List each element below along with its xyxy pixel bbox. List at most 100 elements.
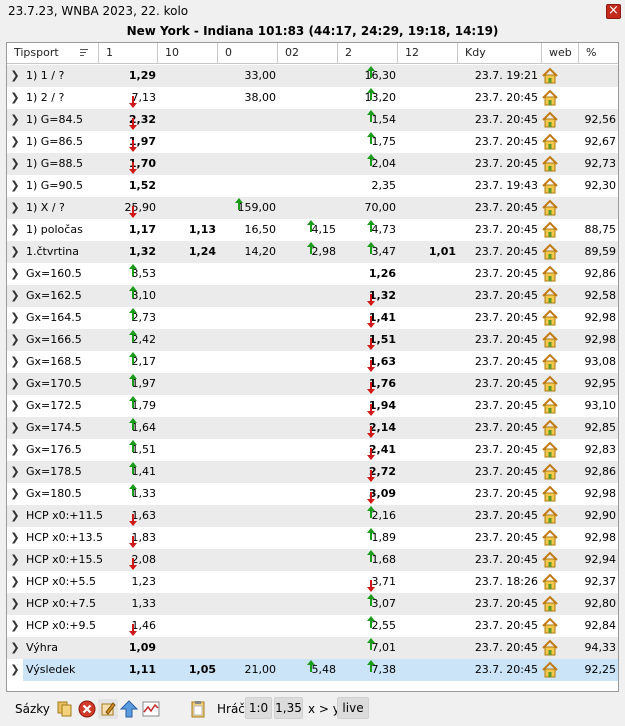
home-icon[interactable] — [541, 89, 559, 107]
table-row[interactable]: ❯ 1) 2 / ? 7,13 38,00 13,20 23.7. 20:45 — [7, 87, 618, 109]
table-row[interactable]: ❯ HCP x0:+13.5 1,83 1,89 23.7. 20:45 92,98 — [7, 527, 618, 549]
odds-cell-c5[interactable]: 1,26 — [339, 263, 396, 285]
table-row[interactable]: ❯ Výsledek 1,11 1,05 21,00 5,48 7,38 23.7. 20:4… — [7, 659, 618, 681]
home-icon[interactable] — [541, 331, 559, 349]
odds-button[interactable]: 1,35 — [274, 697, 303, 719]
home-icon[interactable] — [541, 67, 559, 85]
table-row[interactable]: ❯ HCP x0:+5.5 1,23 3,71 23.7. 18:26 92,37 — [7, 571, 618, 593]
expand-chevron-icon[interactable]: ❯ — [10, 378, 20, 390]
expand-chevron-icon[interactable]: ❯ — [10, 290, 20, 302]
home-icon[interactable] — [541, 155, 559, 173]
expand-chevron-icon[interactable]: ❯ — [10, 334, 20, 346]
home-icon[interactable] — [541, 287, 559, 305]
clipboard-icon[interactable] — [188, 699, 208, 719]
table-row[interactable]: ❯ Gx=168.5 2,17 1,63 23.7. 20:45 93,08 — [7, 351, 618, 373]
home-icon[interactable] — [541, 265, 559, 283]
expand-chevron-icon[interactable]: ❯ — [10, 642, 20, 654]
delete-icon[interactable] — [77, 699, 97, 719]
table-row[interactable]: ❯ Gx=178.5 1,41 2,72 23.7. 20:45 92,86 — [7, 461, 618, 483]
col-header-12[interactable]: 12 — [398, 43, 458, 64]
odds-cell-c6[interactable]: 1,01 — [399, 241, 456, 263]
col-header-pct[interactable]: % — [579, 43, 618, 64]
home-icon[interactable] — [541, 309, 559, 327]
table-row[interactable]: ❯ 1) X / ? 25,90 159,00 70,00 23.7. 20:45 — [7, 197, 618, 219]
table-row[interactable]: ❯ Gx=164.5 2,73 1,41 23.7. 20:45 92,98 — [7, 307, 618, 329]
expand-chevron-icon[interactable]: ❯ — [10, 466, 20, 478]
home-icon[interactable] — [541, 573, 559, 591]
table-row[interactable]: ❯ 1) G=88.5 1,70 2,04 23.7. 20:45 92,73 — [7, 153, 618, 175]
col-header-1[interactable]: 1 — [99, 43, 158, 64]
odds-cell-c1[interactable]: 1,23 — [103, 571, 157, 593]
odds-grid[interactable]: Tipsport 1 10 0 02 2 12 Kdy web % ❯ 1) 1 … — [6, 42, 619, 692]
home-icon[interactable] — [541, 133, 559, 151]
home-icon[interactable] — [541, 243, 559, 261]
live-button[interactable]: live — [337, 697, 369, 719]
home-icon[interactable] — [541, 661, 559, 679]
expand-chevron-icon[interactable]: ❯ — [10, 268, 20, 280]
home-icon[interactable] — [541, 485, 559, 503]
table-row[interactable]: ❯ Gx=170.5 1,97 1,76 23.7. 20:45 92,95 — [7, 373, 618, 395]
odds-cell-c1[interactable]: 1,52 — [103, 175, 156, 197]
table-row[interactable]: ❯ Gx=162.5 3,10 1,32 23.7. 20:45 92,58 — [7, 285, 618, 307]
col-header-0[interactable]: 0 — [218, 43, 278, 64]
expand-chevron-icon[interactable]: ❯ — [10, 422, 20, 434]
expand-chevron-icon[interactable]: ❯ — [10, 202, 20, 214]
col-header-2[interactable]: 2 — [338, 43, 398, 64]
odds-cell-c3[interactable]: 16,50 — [219, 219, 277, 241]
expand-chevron-icon[interactable]: ❯ — [10, 356, 20, 368]
odds-cell-c2[interactable]: 1,13 — [159, 219, 216, 241]
odds-cell-c1[interactable]: 1,33 — [103, 593, 157, 615]
table-row[interactable]: ❯ 1) poločas 1,17 1,13 16,50 4,15 4,73 23.7. 20… — [7, 219, 618, 241]
home-icon[interactable] — [541, 111, 559, 129]
home-icon[interactable] — [541, 353, 559, 371]
odds-cell-c2[interactable]: 1,05 — [159, 659, 216, 681]
copy-icon[interactable] — [55, 699, 75, 719]
col-header-web[interactable]: web — [542, 43, 579, 64]
expand-chevron-icon[interactable]: ❯ — [10, 224, 20, 236]
col-header-kdy[interactable]: Kdy — [458, 43, 542, 64]
table-row[interactable]: ❯ 1.čtvrtina 1,32 1,24 14,20 2,98 3,47 1,01 23.7… — [7, 241, 618, 263]
table-row[interactable]: ❯ 1) G=84.5 2,32 1,54 23.7. 20:45 92,56 — [7, 109, 618, 131]
close-button[interactable]: × — [606, 4, 621, 19]
odds-cell-c3[interactable]: 33,00 — [219, 65, 277, 87]
table-row[interactable]: ❯ Gx=160.5 3,53 1,26 23.7. 20:45 92,86 — [7, 263, 618, 285]
table-row[interactable]: ❯ 1) 1 / ? 1,29 33,00 16,30 23.7. 19:21 — [7, 65, 618, 87]
home-icon[interactable] — [541, 507, 559, 525]
table-row[interactable]: ❯ 1) G=86.5 1,97 1,75 23.7. 20:45 92,67 — [7, 131, 618, 153]
expand-chevron-icon[interactable]: ❯ — [10, 444, 20, 456]
expand-chevron-icon[interactable]: ❯ — [10, 312, 20, 324]
home-icon[interactable] — [541, 595, 559, 613]
home-icon[interactable] — [541, 441, 559, 459]
col-header-10[interactable]: 10 — [158, 43, 218, 64]
expand-chevron-icon[interactable]: ❯ — [10, 510, 20, 522]
col-header-02[interactable]: 02 — [278, 43, 338, 64]
home-icon[interactable] — [541, 221, 559, 239]
chart-icon[interactable] — [141, 699, 161, 719]
odds-cell-c1[interactable]: 1,32 — [103, 241, 156, 263]
expand-chevron-icon[interactable]: ❯ — [10, 576, 20, 588]
home-icon[interactable] — [541, 617, 559, 635]
expand-chevron-icon[interactable]: ❯ — [10, 598, 20, 610]
home-icon[interactable] — [541, 199, 559, 217]
odds-cell-c2[interactable]: 1,24 — [159, 241, 216, 263]
odds-cell-c3[interactable]: 14,20 — [219, 241, 277, 263]
home-icon[interactable] — [541, 397, 559, 415]
table-row[interactable]: ❯ HCP x0:+11.5 1,63 2,16 23.7. 20:45 92,90 — [7, 505, 618, 527]
odds-cell-c1[interactable]: 1,29 — [103, 65, 156, 87]
odds-cell-c1[interactable]: 1,11 — [103, 659, 156, 681]
home-icon[interactable] — [541, 529, 559, 547]
expand-chevron-icon[interactable]: ❯ — [10, 136, 20, 148]
odds-cell-c3[interactable]: 159,00 — [219, 197, 277, 219]
expand-chevron-icon[interactable]: ❯ — [10, 554, 20, 566]
home-icon[interactable] — [541, 375, 559, 393]
table-row[interactable]: ❯ Gx=180.5 1,33 3,09 23.7. 20:45 92,98 — [7, 483, 618, 505]
table-row[interactable]: ❯ HCP x0:+7.5 1,33 3,07 23.7. 20:45 92,80 — [7, 593, 618, 615]
expand-chevron-icon[interactable]: ❯ — [10, 246, 20, 258]
arrow-up-icon[interactable] — [119, 699, 139, 719]
odds-cell-c1[interactable]: 1,09 — [103, 637, 156, 659]
table-row[interactable]: ❯ Gx=176.5 1,51 2,41 23.7. 20:45 92,83 — [7, 439, 618, 461]
odds-cell-c5[interactable]: 2,35 — [339, 175, 397, 197]
score-button[interactable]: 1:0 — [245, 697, 272, 719]
expand-chevron-icon[interactable]: ❯ — [10, 114, 20, 126]
odds-cell-c5[interactable]: 70,00 — [339, 197, 397, 219]
